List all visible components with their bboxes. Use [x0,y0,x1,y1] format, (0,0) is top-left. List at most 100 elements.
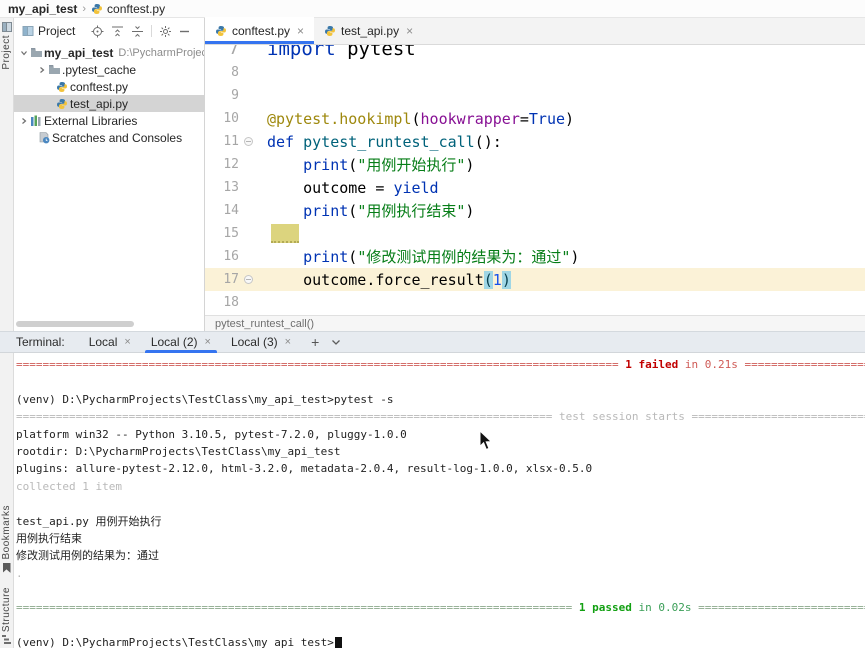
close-tab-icon[interactable]: × [406,24,413,38]
code-text: outcome = yield [267,178,439,197]
tree-item-external-libraries[interactable]: External Libraries [14,112,204,129]
project-panel-icon [22,26,34,36]
breadcrumb: my_api_test › conftest.py [0,0,865,18]
python-file-icon [54,81,70,93]
code-line: 18 [205,291,865,314]
project-tool-icon [1,22,12,32]
folder-icon [46,64,62,75]
line-number: 15 [223,226,239,241]
terminal-tab-local-3[interactable]: Local (3) × [221,331,301,353]
terminal-line: 用例执行结束 [16,531,82,545]
folder-icon [28,47,44,58]
scratches-icon [36,131,52,144]
terminal-line: (venv) D:\PycharmProjects\TestClass\my_a… [16,634,865,648]
tree-item-test-api[interactable]: test_api.py [14,95,204,112]
tool-strip-project[interactable]: Project [1,22,12,70]
code-text: print("修改测试用例的结果为：通过") [303,247,580,267]
tool-strip-bookmarks-label: Bookmarks [1,505,12,560]
gear-icon[interactable] [159,25,172,38]
line-number: 14 [223,203,239,218]
python-file-icon [324,25,336,37]
chevron-right-icon[interactable] [38,66,46,74]
code-text [257,224,299,243]
horizontal-scrollbar-thumb[interactable] [16,321,134,327]
new-terminal-icon[interactable]: + [311,334,319,350]
tree-item-conftest[interactable]: conftest.py [14,78,204,95]
project-panel-title: Project [38,24,76,38]
fold-marker-icon[interactable] [239,275,257,284]
terminal-line: ========================================… [16,601,865,615]
terminal-line: . [16,566,23,580]
collapse-all-icon[interactable] [131,25,144,38]
terminal-line: (venv) D:\PycharmProjects\TestClass\my_a… [16,392,394,406]
terminal-tab-local-2[interactable]: Local (2) × [141,331,221,353]
terminal-line: platform win32 -- Python 3.10.5, pytest-… [16,427,407,441]
project-tree: my_api_test D:\PycharmProjec .pytest_cac… [14,44,204,146]
terminal-line: ========================================… [16,410,865,424]
code-line: 14 print("用例执行结束") [205,199,865,222]
code-text: import pytest [267,45,416,60]
terminal-line: 修改测试用例的结果为：通过 [16,549,159,563]
code-line: 10 @pytest.hookimpl(hookwrapper = True) [205,107,865,130]
mouse-cursor-icon [479,430,493,451]
code-text: def pytest_runtest_call (): [267,132,502,151]
bookmark-icon [2,562,11,573]
code-editor[interactable]: 7 import pytest 8 9 10 @pytest.hookimpl(hookw… [205,45,865,315]
terminal-output[interactable]: ========================================… [0,353,865,648]
code-text: print("用例执行结束") [303,201,475,221]
fold-marker-icon[interactable] [239,137,257,146]
chevron-down-icon[interactable] [20,49,28,57]
code-line: 13 outcome = yield [205,176,865,199]
line-number: 9 [231,88,239,103]
breadcrumb-project[interactable]: my_api_test [8,2,77,16]
code-line: 17 outcome.force_result(1) [205,268,865,291]
hide-panel-icon[interactable] [179,26,190,37]
python-file-icon [54,98,70,110]
line-number: 13 [223,180,239,195]
code-line: 11 def pytest_runtest_call (): [205,130,865,153]
code-line: 12 print("用例开始执行") [205,153,865,176]
close-tab-icon[interactable]: × [124,336,130,348]
line-number: 16 [223,249,239,264]
tree-item-my-api-test[interactable]: my_api_test D:\PycharmProjec [14,44,204,61]
chevron-right-icon[interactable] [20,117,28,125]
line-number: 11 [223,134,239,149]
chevron-down-icon[interactable] [331,339,341,346]
terminal-line: plugins: allure-pytest-2.12.0, html-3.2.… [16,462,593,476]
line-number: 18 [223,295,239,310]
python-file-icon [91,3,103,15]
line-number: 10 [223,111,239,126]
close-tab-icon[interactable]: × [285,336,291,348]
breadcrumb-separator-icon: › [82,2,87,15]
expand-all-icon[interactable] [111,25,124,38]
tab-conftest[interactable]: conftest.py × [205,17,315,44]
locate-file-icon[interactable] [91,25,104,38]
toolbar-separator [151,25,153,37]
terminal-line: ========================================… [16,358,865,371]
line-number: 8 [231,65,239,80]
project-panel-header: Project [14,18,204,44]
breadcrumb-file[interactable]: conftest.py [91,2,165,16]
highlight-block [271,224,299,243]
code-line: 15 [205,222,865,245]
close-tab-icon[interactable]: × [205,336,211,348]
tool-strip-structure-label: Structure [1,586,12,632]
project-tool-window: Project my_api_test D:\PycharmProjec .py [14,18,205,331]
tree-item-pytest-cache[interactable]: .pytest_cache [14,61,204,78]
terminal-tab-local[interactable]: Local × [79,331,141,353]
code-text: @pytest.hookimpl(hookwrapper = True) [267,109,575,128]
tool-strip-structure[interactable]: Structure [1,587,12,644]
code-line: 8 [205,61,865,84]
line-number: 17 [223,272,239,287]
tool-strip-bookmarks[interactable]: Bookmarks [1,505,12,573]
close-tab-icon[interactable]: × [297,24,304,38]
tree-item-scratches[interactable]: Scratches and Consoles [14,129,204,146]
terminal-caret [334,636,342,648]
python-file-icon [215,25,227,37]
tab-test-api[interactable]: test_api.py × [314,17,423,44]
terminal-label: Terminal: [16,335,65,349]
editor-breadcrumb[interactable]: pytest_runtest_call() [205,315,865,331]
